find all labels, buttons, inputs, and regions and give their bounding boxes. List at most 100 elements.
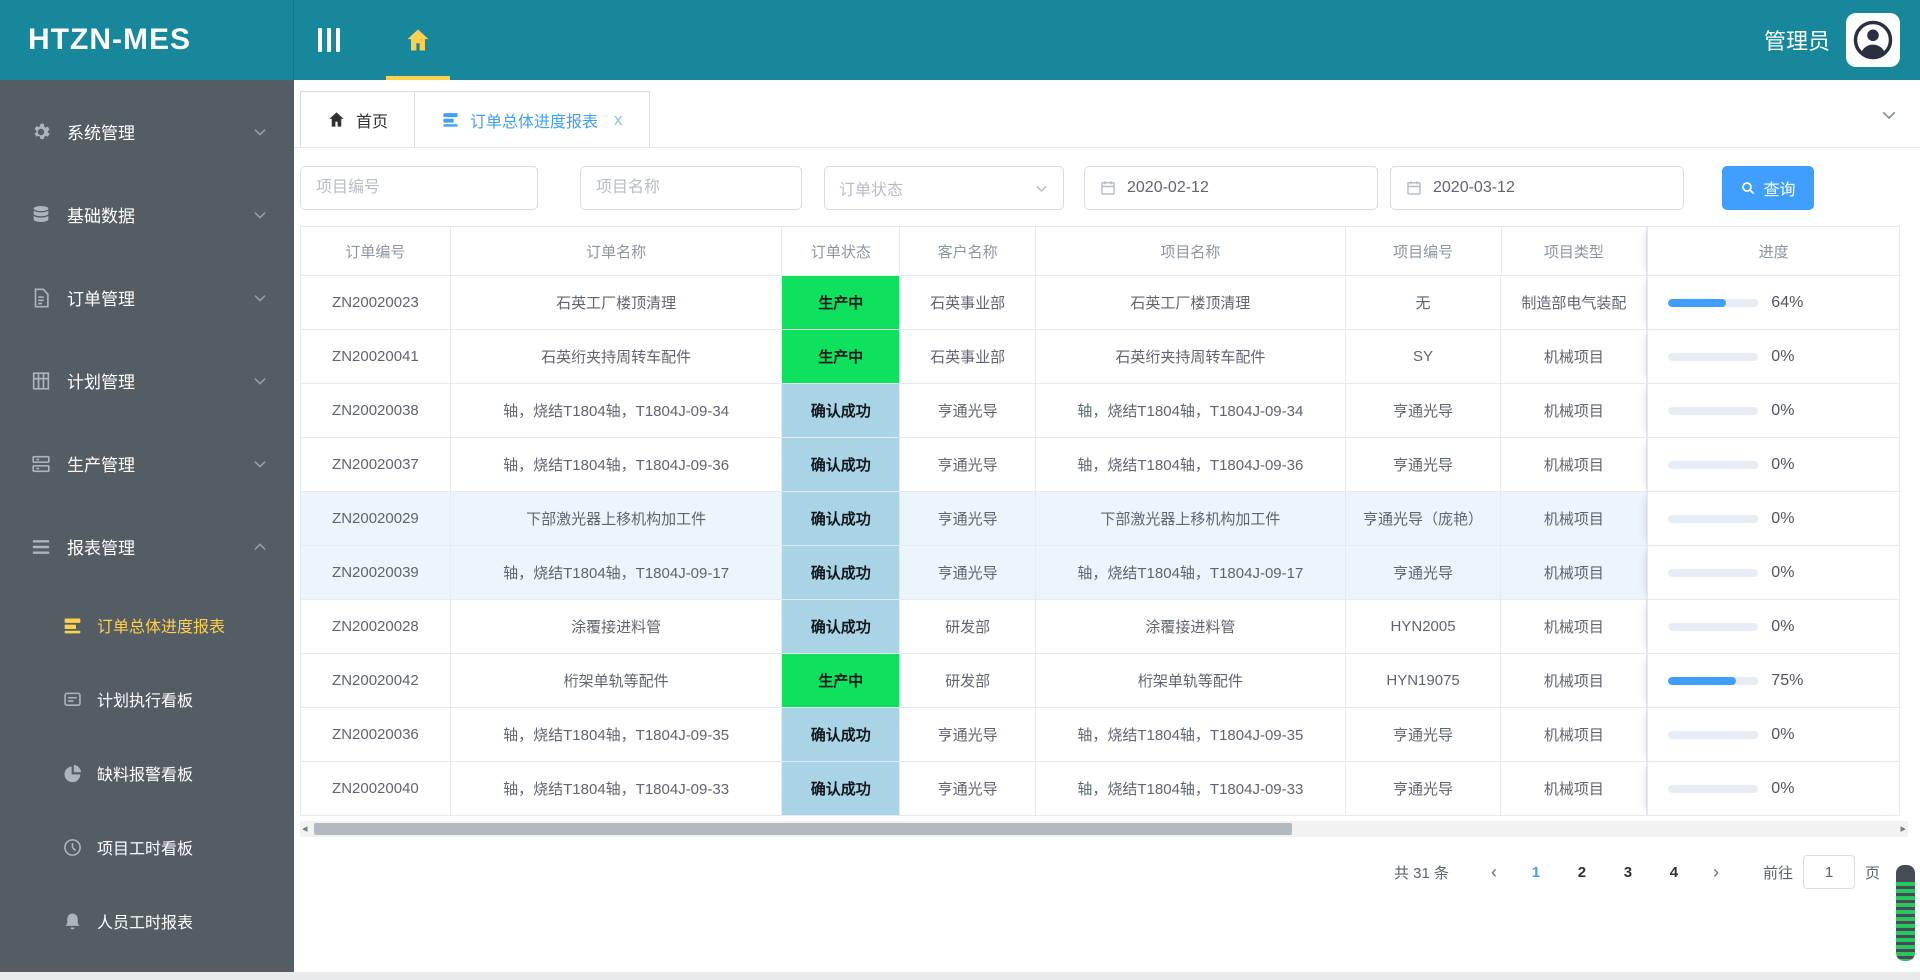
page-number-2[interactable]: 2 [1565,864,1599,881]
sidebar-subitem-plan-execution-board[interactable]: 计划执行看板 [0,662,294,736]
date-from-value: 2020-02-12 [1127,179,1209,196]
project-type-cell: 机械项目 [1501,546,1648,599]
sidebar-subitem-staff-hours-report[interactable]: 人员工时报表 [0,884,294,958]
page-number-4[interactable]: 4 [1657,864,1691,881]
project-type-cell: 机械项目 [1501,654,1648,707]
search-button-label: 查询 [1763,182,1796,199]
scroll-left-arrow-icon[interactable]: ◂ [302,822,308,836]
order-no-cell: ZN20020028 [301,600,451,653]
app-logo: HTZN-MES [0,0,294,80]
date-to-value: 2020-03-12 [1433,179,1515,196]
project-type-cell: 机械项目 [1501,492,1648,545]
project-type-cell: 机械项目 [1501,384,1648,437]
sidebar-item-orders[interactable]: 订单管理 [0,256,294,339]
project-name-cell: 轴，烧结T1804轴，T1804J-09-35 [1036,708,1346,761]
top-header: HTZN-MES 管理员 [0,0,1920,80]
active-nav-underline [386,76,450,80]
sidebar-item-reports[interactable]: 报表管理 [0,505,294,588]
progress-percent-label: 0% [1771,401,1795,419]
tab-report[interactable]: 订单总体进度报表 x [415,91,650,147]
customer-cell: 亨通光导 [900,384,1037,437]
sidebar-item-system[interactable]: 系统管理 [0,90,294,173]
customer-cell: 亨通光导 [900,762,1037,815]
table-row[interactable]: ZN20020038 轴，烧结T1804轴，T1804J-09-34 确认成功 亨通光… [301,383,1899,437]
close-icon[interactable]: x [614,110,623,130]
date-to-picker[interactable]: 2020-03-12 [1390,166,1684,210]
table-row[interactable]: ZN20020042 桁架单轨等配件 生产中 研发部 桁架单轨等配件 HYN19075 机械… [301,653,1899,707]
order-no-cell: ZN20020041 [301,330,451,383]
order-name-cell: 轴，烧结T1804轴，T1804J-09-17 [451,546,783,599]
order-name-cell: 轴，烧结T1804轴，T1804J-09-34 [451,384,783,437]
customer-cell: 亨通光导 [900,492,1037,545]
table-row[interactable]: ZN20020041 石英绗夹持周转车配件 生产中 石英事业部 石英绗夹持周转车配件 SY… [301,329,1899,383]
project-name-cell: 轴，烧结T1804轴，T1804J-09-33 [1036,762,1346,815]
avatar[interactable] [1846,13,1900,67]
table-row[interactable]: ZN20020023 石英工厂楼顶清理 生产中 石英事业部 石英工厂楼顶清理无制造部电气… [301,275,1899,329]
status-badge: 生产中 [782,330,901,383]
sidebar-item-planning[interactable]: 计划管理 [0,339,294,422]
prev-page-icon[interactable]: ‹ [1475,862,1513,883]
chevron-down-icon [252,373,268,389]
user-icon [1853,20,1893,60]
chevron-down-icon [252,290,268,306]
order-name-cell: 轴，烧结T1804轴，T1804J-09-33 [451,762,783,815]
table-row[interactable]: ZN20020040 轴，烧结T1804轴，T1804J-09-33 确认成功 亨通光… [301,761,1899,815]
order-status-select[interactable]: 订单状态 [824,166,1064,210]
status-badge: 确认成功 [782,492,901,545]
project-name-cell: 轴，烧结T1804轴，T1804J-09-36 [1036,438,1346,491]
project-no-cell: HYN2005 [1346,600,1502,653]
goto-page-input[interactable] [1802,855,1855,889]
server-icon [30,453,52,475]
project-name-input[interactable] [580,166,802,210]
table-row[interactable]: ZN20020029 下部激光器上移机构加工件 确认成功 亨通光导 下部激光器上移机构加… [301,491,1899,545]
project-no-cell: 亨通光导 [1346,762,1502,815]
search-button[interactable]: 查询 [1722,166,1814,210]
report-icon [62,615,83,636]
page-number-3[interactable]: 3 [1611,864,1645,881]
bell-icon [62,911,83,932]
tab-bar: 首页 订单总体进度报表 x [294,80,1920,148]
table-row[interactable]: ZN20020037 轴，烧结T1804轴，T1804J-09-36 确认成功 亨通光… [301,437,1899,491]
column-header-1: 订单编号 [301,227,451,275]
status-badge: 确认成功 [782,600,901,653]
tab-home[interactable]: 首页 [300,91,416,147]
progress-cell: 75% [1647,654,1899,707]
sidebar: 系统管理 基础数据 订单管理计划管理生产管理报表管理订单总体进度报表计划执行看板缺料… [0,80,294,972]
project-no-cell: 亨通光导 [1346,384,1502,437]
order-name-cell: 轴，烧结T1804轴，T1804J-09-36 [451,438,783,491]
order-name-cell: 轴，烧结T1804轴，T1804J-09-35 [451,708,783,761]
next-page-icon[interactable]: › [1697,862,1735,883]
sidebar-item-basic-data[interactable]: 基础数据 [0,173,294,256]
sidebar-item-label: 计划管理 [67,373,135,392]
document-icon [30,287,52,309]
order-status-placeholder: 订单状态 [839,182,904,199]
project-no-cell: HYN19075 [1346,654,1502,707]
project-name-cell: 轴，烧结T1804轴，T1804J-09-17 [1036,546,1346,599]
progress-bar-track [1668,730,1759,739]
sidebar-item-label: 报表管理 [67,539,135,558]
sidebar-subitem-shortage-alarm-board[interactable]: 缺料报警看板 [0,736,294,810]
database-icon [30,204,52,226]
report-icon [441,110,460,129]
sidebar-subitem-order-progress-report[interactable]: 订单总体进度报表 [0,588,294,662]
collapse-menu-icon[interactable] [318,28,340,52]
date-from-picker[interactable]: 2020-02-12 [1084,166,1378,210]
sidebar-subitem-label: 计划执行看板 [97,693,194,710]
progress-cell: 0% [1647,384,1899,437]
sidebar-item-production[interactable]: 生产管理 [0,422,294,505]
sidebar-subitem-project-hours-board[interactable]: 项目工时看板 [0,810,294,884]
project-no-input[interactable] [300,166,538,210]
header-home-nav[interactable] [386,0,450,80]
customer-cell: 研发部 [900,600,1037,653]
status-badge: 生产中 [782,654,901,707]
tabs-dropdown-chevron-icon[interactable] [1880,106,1898,124]
customer-cell: 研发部 [900,654,1037,707]
progress-cell: 0% [1647,330,1899,383]
table-row[interactable]: ZN20020028 涂覆接进料管 确认成功 研发部 涂覆接进料管 HYN2005 机械项目… [301,599,1899,653]
horizontal-scrollbar-thumb[interactable] [314,823,1292,835]
page-number-1[interactable]: 1 [1519,864,1553,881]
progress-cell: 64% [1647,276,1899,329]
scroll-right-arrow-icon[interactable]: ▸ [1900,822,1906,836]
table-row[interactable]: ZN20020036 轴，烧结T1804轴，T1804J-09-35 确认成功 亨通光… [301,707,1899,761]
table-row[interactable]: ZN20020039 轴，烧结T1804轴，T1804J-09-17 确认成功 亨通光… [301,545,1899,599]
